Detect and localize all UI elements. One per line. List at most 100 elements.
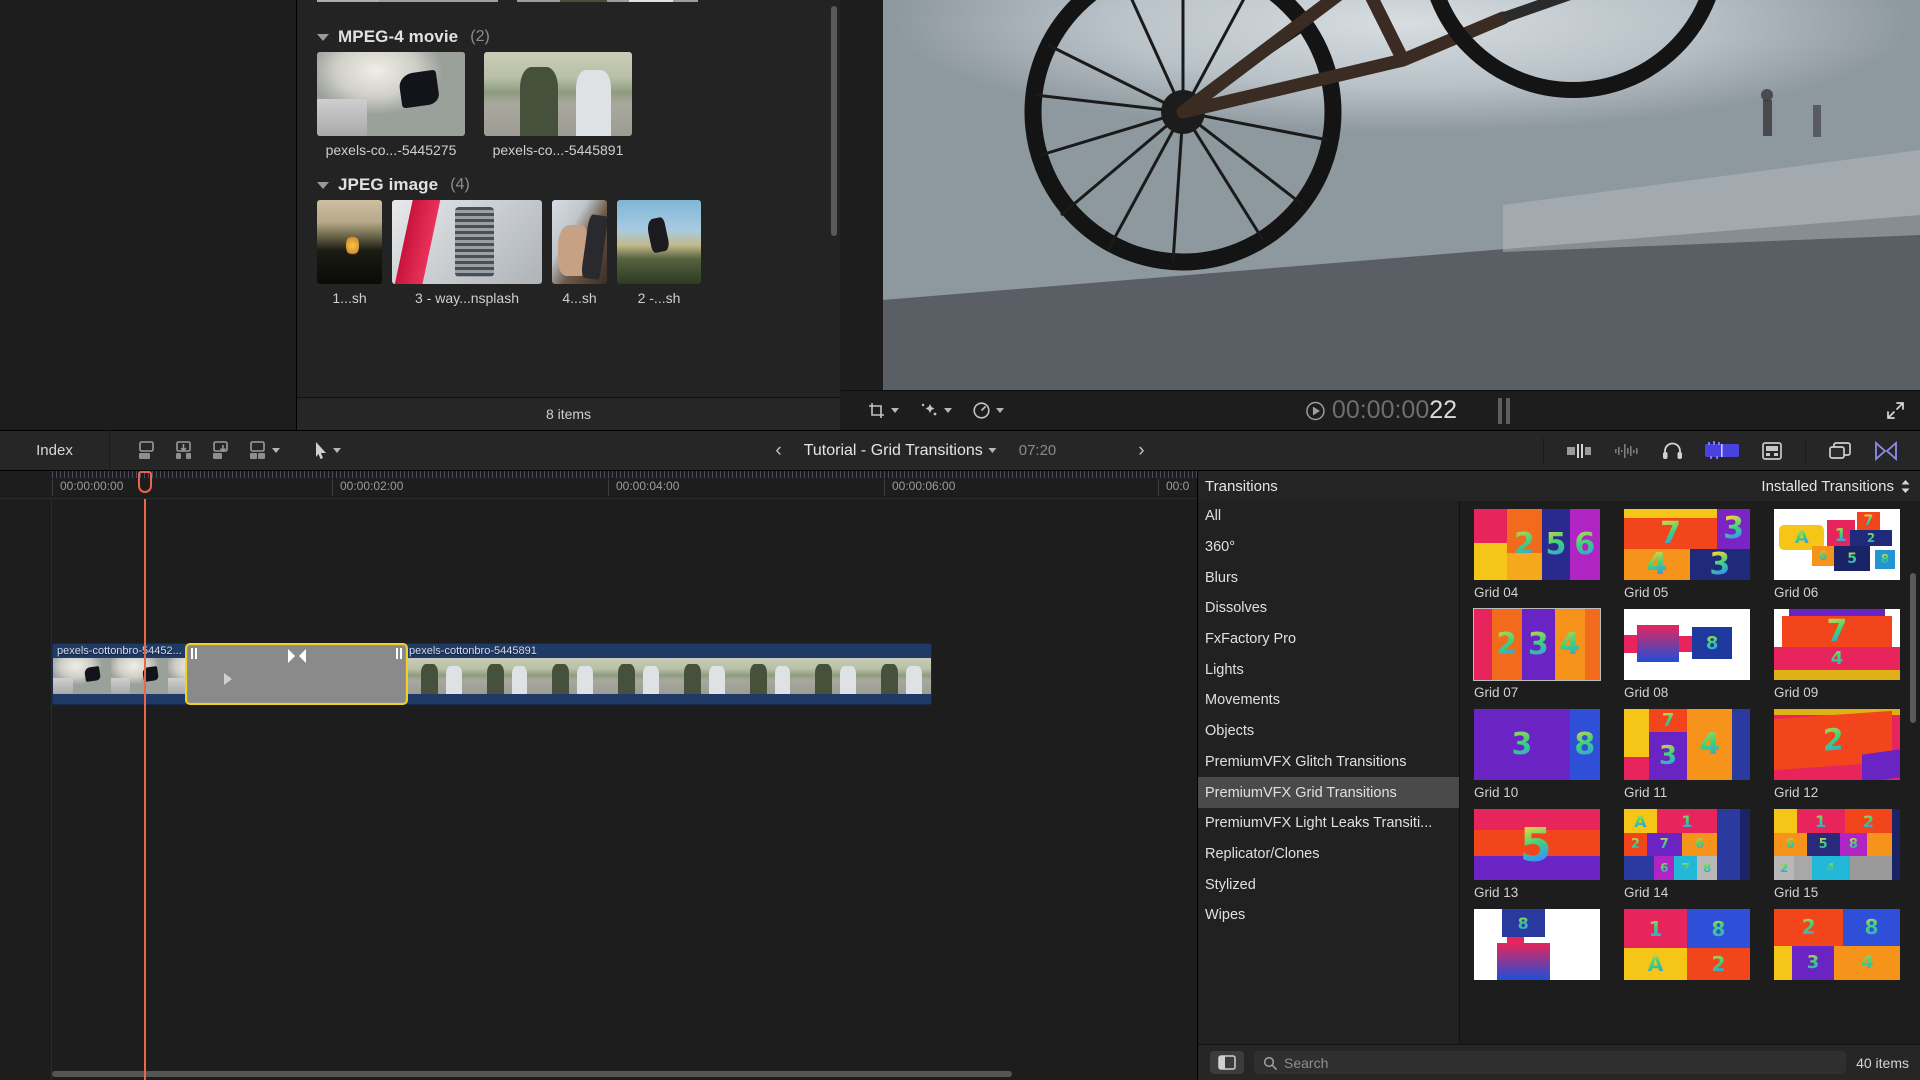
transition-thumbnail[interactable]: A 1 7 2 6 5 8 (1774, 509, 1900, 580)
timeline-horizontal-scrollbar[interactable] (52, 1071, 1012, 1077)
category-item-fxfactory-pro[interactable]: FxFactory Pro (1198, 624, 1459, 655)
chevron-down-icon[interactable] (272, 448, 280, 453)
media-thumbnail[interactable] (317, 52, 465, 136)
chevron-down-icon[interactable] (944, 408, 952, 413)
transition-thumbnail[interactable]: 8 A (1474, 909, 1600, 980)
transition-thumbnail[interactable]: 7 3 4 (1624, 709, 1750, 780)
next-project-button[interactable]: › (1138, 440, 1144, 462)
timeline-pane[interactable]: 00:00:00:00 00:00:02:00 00:00:04:00 00:0… (0, 471, 1197, 1080)
disclosure-triangle-icon[interactable] (317, 33, 329, 41)
chevron-down-icon[interactable] (988, 448, 997, 453)
connect-button[interactable] (210, 440, 231, 461)
transition-item[interactable]: 1 8 A 2 (1624, 909, 1750, 985)
category-item-movements[interactable]: Movements (1198, 685, 1459, 716)
category-item-dissolves[interactable]: Dissolves (1198, 593, 1459, 624)
media-thumbnail[interactable] (617, 200, 701, 284)
media-item[interactable]: pexels-co...-5445891 (484, 52, 632, 158)
timeline-clip[interactable]: pexels-cottonbro-5445891 (404, 643, 932, 705)
insert-button[interactable] (173, 440, 194, 461)
media-item[interactable]: 2 -...sh (617, 200, 701, 306)
transition-thumbnail[interactable]: A 8 (1624, 609, 1750, 680)
transition-item[interactable]: 7 3 4 Grid 11 (1624, 709, 1750, 800)
media-item[interactable]: 4...sh (552, 200, 607, 306)
transition-thumbnail[interactable]: 2 (1774, 709, 1900, 780)
transitions-grid[interactable]: 2 5 6 Grid 04 7 4 3 3 Grid 05 A 1 7 2 6 … (1460, 501, 1920, 1044)
disclosure-triangle-icon[interactable] (317, 181, 329, 189)
browser-scroll-area[interactable]: MPEG-4 movie (2) pexels-co...-5445275 pe… (297, 0, 840, 397)
transitions-vertical-scrollbar[interactable] (1910, 573, 1916, 723)
category-item-objects[interactable]: Objects (1198, 716, 1459, 747)
category-item-light-leaks-transitions[interactable]: PremiumVFX Light Leaks Transiti... (1198, 808, 1459, 839)
transition-thumbnail[interactable]: 1 8 A 2 (1624, 909, 1750, 980)
media-item[interactable]: 1...sh (317, 200, 382, 306)
filmstrip-button[interactable] (1761, 441, 1783, 461)
transition-item[interactable]: 7 4 Grid 09 (1774, 609, 1900, 700)
transition-item[interactable]: 2 3 4 Grid 07 (1473, 608, 1601, 700)
transition-thumbnail[interactable]: 2 3 4 (1473, 608, 1601, 681)
media-thumbnail[interactable] (317, 200, 382, 284)
previous-project-button[interactable]: ‹ (775, 440, 781, 462)
transition-thumbnail[interactable]: 2 8 3 4 (1774, 909, 1900, 980)
media-thumbnail[interactable] (484, 52, 632, 136)
transition-item[interactable]: 3 8 Grid 10 (1474, 709, 1600, 800)
transitions-category-list[interactable]: All 360° Blurs Dissolves FxFactory Pro L… (1198, 501, 1460, 1044)
trim-view-button[interactable] (1566, 442, 1592, 460)
category-item-grid-transitions[interactable]: PremiumVFX Grid Transitions (1198, 777, 1459, 808)
thumbnail-partial[interactable] (317, 0, 498, 2)
fullscreen-button[interactable] (1885, 400, 1906, 421)
transition-item[interactable]: 7 4 3 3 Grid 05 (1624, 509, 1750, 600)
group-header-jpeg[interactable]: JPEG image (4) (297, 170, 840, 200)
append-button[interactable] (136, 440, 157, 461)
transition-right-handle[interactable] (396, 648, 402, 659)
transition-thumbnail[interactable]: A 1 2 7 6 6 7 8 (1624, 809, 1750, 880)
window-button[interactable] (1828, 441, 1852, 461)
transition-thumbnail[interactable]: 2 5 6 (1474, 509, 1600, 580)
transition-item[interactable]: 1 2 6 5 8 2 4 Grid 15 (1774, 809, 1900, 900)
search-input[interactable]: Search (1254, 1051, 1847, 1074)
media-browser[interactable]: MPEG-4 movie (2) pexels-co...-5445275 pe… (297, 0, 840, 430)
transition-item[interactable]: 2 5 6 Grid 04 (1474, 509, 1600, 600)
transition-thumbnail[interactable]: 7 4 (1774, 609, 1900, 680)
transition-item[interactable]: A 1 7 2 6 5 8 Grid 06 (1774, 509, 1900, 600)
transition-item[interactable]: 2 8 3 4 (1774, 909, 1900, 985)
crop-tool-button[interactable] (867, 401, 899, 420)
media-item[interactable]: 3 - way...nsplash (392, 200, 542, 306)
category-item-wipes[interactable]: Wipes (1198, 900, 1459, 931)
playhead[interactable] (138, 471, 152, 1080)
transition-thumbnail[interactable]: 3 8 (1474, 709, 1600, 780)
headphones-button[interactable] (1662, 441, 1683, 460)
transition-item[interactable]: 2 Grid 12 (1774, 709, 1900, 800)
enhancements-button[interactable] (919, 401, 952, 420)
retime-button[interactable] (972, 401, 1004, 420)
timeline-ruler[interactable]: 00:00:00:00 00:00:02:00 00:00:04:00 00:0… (0, 471, 1197, 499)
playhead-knob[interactable] (138, 471, 152, 493)
category-item-blurs[interactable]: Blurs (1198, 562, 1459, 593)
sidebar-toggle-button[interactable] (1210, 1051, 1244, 1074)
audio-meters-button[interactable] (1614, 442, 1640, 460)
transition-item[interactable]: A 1 2 7 6 6 7 8 Grid 14 (1624, 809, 1750, 900)
viewer-video[interactable] (883, 0, 1920, 390)
transition-item[interactable]: A 8 Grid 08 (1624, 609, 1750, 700)
chevron-down-icon[interactable] (996, 408, 1004, 413)
installed-transitions-selector[interactable]: Installed Transitions (1460, 478, 1920, 495)
transition-thumbnail[interactable]: 5 (1474, 809, 1600, 880)
media-item[interactable]: pexels-co...-5445275 (317, 52, 465, 158)
group-header-mpeg4[interactable]: MPEG-4 movie (2) (297, 22, 840, 52)
transition-item[interactable]: 5 Grid 13 (1474, 809, 1600, 900)
transition-thumbnail[interactable]: 7 4 3 3 (1624, 509, 1750, 580)
transition-left-handle[interactable] (191, 648, 197, 659)
media-thumbnail[interactable] (552, 200, 607, 284)
chevron-down-icon[interactable] (891, 408, 899, 413)
timeline-body[interactable]: pexels-cottonbro-54452... pexels-cottonb… (0, 471, 1197, 1080)
skimming-button[interactable] (1705, 441, 1739, 460)
timeline-index-button[interactable]: Index (0, 430, 110, 471)
category-item-stylized[interactable]: Stylized (1198, 869, 1459, 900)
transition-item[interactable]: 8 A (1474, 909, 1600, 985)
category-item-glitch-transitions[interactable]: PremiumVFX Glitch Transitions (1198, 747, 1459, 778)
thumbnail-partial[interactable] (517, 0, 698, 2)
project-title[interactable]: Tutorial - Grid Transitions (804, 442, 983, 460)
category-item-replicator-clones[interactable]: Replicator/Clones (1198, 839, 1459, 870)
tool-selector-button[interactable] (314, 441, 341, 460)
timeline-transition[interactable] (185, 643, 408, 705)
media-thumbnail[interactable] (392, 200, 542, 284)
